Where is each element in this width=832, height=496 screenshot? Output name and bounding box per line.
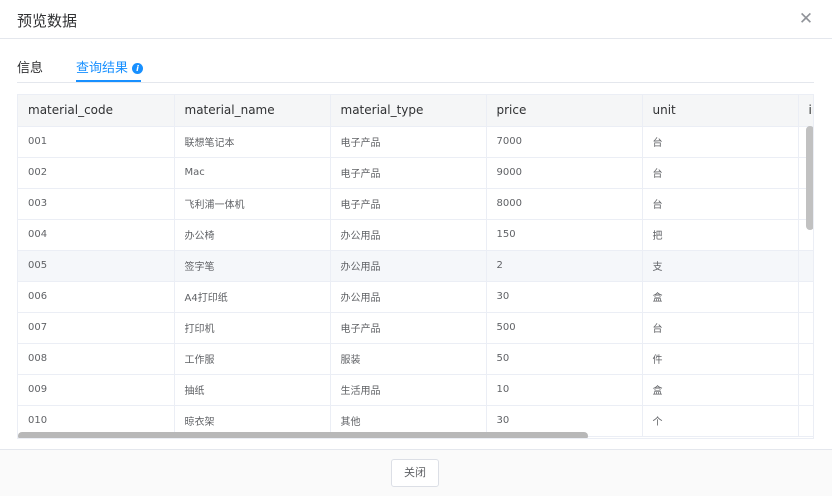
tab-bar: 信息 查询结果 i [17, 40, 814, 83]
table-cell: 台 [642, 126, 799, 158]
column-header[interactable]: unit [642, 95, 799, 127]
table-cell: 005 [18, 250, 175, 282]
table-cell: 电子产品 [330, 312, 487, 344]
table-cell: 打印机 [174, 312, 331, 344]
table-cell: 009 [18, 374, 175, 406]
result-table: material_code material_name material_typ… [17, 94, 814, 439]
table-row[interactable]: 006 A4打印纸 办公用品 30 盒 [18, 281, 813, 313]
tab-query-result[interactable]: 查询结果 i [76, 57, 144, 76]
table-row[interactable]: 007 打印机 电子产品 500 台 [18, 312, 813, 344]
table-cell: 盒 [642, 374, 799, 406]
table-row[interactable]: 008 工作服 服装 50 件 [18, 343, 813, 375]
dialog-header: 预览数据 ✕ [0, 0, 832, 39]
table-cell: 电子产品 [330, 157, 487, 189]
table-cell: 办公用品 [330, 250, 487, 282]
table-cell: 004 [18, 219, 175, 251]
table-cell: 006 [18, 281, 175, 313]
table-cell: 办公椅 [174, 219, 331, 251]
vertical-scrollbar[interactable] [806, 126, 813, 438]
table-cell: 150 [486, 219, 643, 251]
table-cell: 签字笔 [174, 250, 331, 282]
table-cell: 个 [642, 405, 799, 437]
table-cell: 飞利浦一体机 [174, 188, 331, 220]
info-icon: i [132, 63, 144, 74]
table-cell: 盒 [642, 281, 799, 313]
table-cell: Mac [174, 157, 331, 189]
table-cell: 500 [486, 312, 643, 344]
table-row[interactable]: 002 Mac 电子产品 9000 台 [18, 157, 813, 189]
table-cell: 003 [18, 188, 175, 220]
close-button[interactable]: 关闭 [391, 459, 439, 487]
table-cell: 台 [642, 312, 799, 344]
table-cell: 9000 [486, 157, 643, 189]
close-icon[interactable]: ✕ [795, 8, 817, 30]
table-cell: 30 [486, 281, 643, 313]
column-header[interactable]: in [798, 95, 813, 127]
column-header[interactable]: price [486, 95, 643, 127]
tab-query-result-label: 查询结果 [76, 61, 129, 76]
table-cell: 台 [642, 157, 799, 189]
column-header[interactable]: material_type [330, 95, 487, 127]
table-cell: 001 [18, 126, 175, 158]
table-cell: 007 [18, 312, 175, 344]
table-cell: 件 [642, 343, 799, 375]
table-cell: 服装 [330, 343, 487, 375]
table-cell: 办公用品 [330, 281, 487, 313]
dialog-footer: 关闭 [0, 449, 832, 496]
table-cell: 支 [642, 250, 799, 282]
dialog-title: 预览数据 [17, 12, 78, 30]
table-cell: 抽纸 [174, 374, 331, 406]
table-header-row: material_code material_name material_typ… [18, 95, 813, 127]
tab-info-label: 信息 [17, 61, 44, 76]
table-cell: 2 [486, 250, 643, 282]
table-cell: 002 [18, 157, 175, 189]
table-row[interactable]: 009 抽纸 生活用品 10 盒 [18, 374, 813, 406]
table-cell: 联想笔记本 [174, 126, 331, 158]
table-cell: 电子产品 [330, 188, 487, 220]
active-tab-indicator [76, 80, 141, 82]
tab-info[interactable]: 信息 [17, 57, 43, 76]
table-cell: 50 [486, 343, 643, 375]
data-table: material_code material_name material_typ… [18, 95, 813, 437]
table-cell: 工作服 [174, 343, 331, 375]
table-cell: 电子产品 [330, 126, 487, 158]
table-cell: 生活用品 [330, 374, 487, 406]
table-cell: 10 [486, 374, 643, 406]
table-cell: 8000 [486, 188, 643, 220]
table-cell: 办公用品 [330, 219, 487, 251]
table-row[interactable]: 004 办公椅 办公用品 150 把 [18, 219, 813, 251]
table-cell: 把 [642, 219, 799, 251]
horizontal-scrollbar-thumb[interactable] [18, 432, 588, 438]
table-cell: 台 [642, 188, 799, 220]
table-row[interactable]: 005 签字笔 办公用品 2 支 [18, 250, 813, 282]
table-cell: A4打印纸 [174, 281, 331, 313]
dialog-body: 信息 查询结果 i material_code material_name mat… [0, 40, 832, 448]
column-header[interactable]: material_name [174, 95, 331, 127]
preview-data-dialog: 预览数据 ✕ 信息 查询结果 i material_code material_n… [0, 0, 832, 496]
column-header[interactable]: material_code [18, 95, 175, 127]
table-cell: 008 [18, 343, 175, 375]
table-row[interactable]: 003 飞利浦一体机 电子产品 8000 台 [18, 188, 813, 220]
table-row[interactable]: 001 联想笔记本 电子产品 7000 台 [18, 126, 813, 158]
table-cell: 7000 [486, 126, 643, 158]
vertical-scrollbar-thumb[interactable] [806, 126, 813, 230]
